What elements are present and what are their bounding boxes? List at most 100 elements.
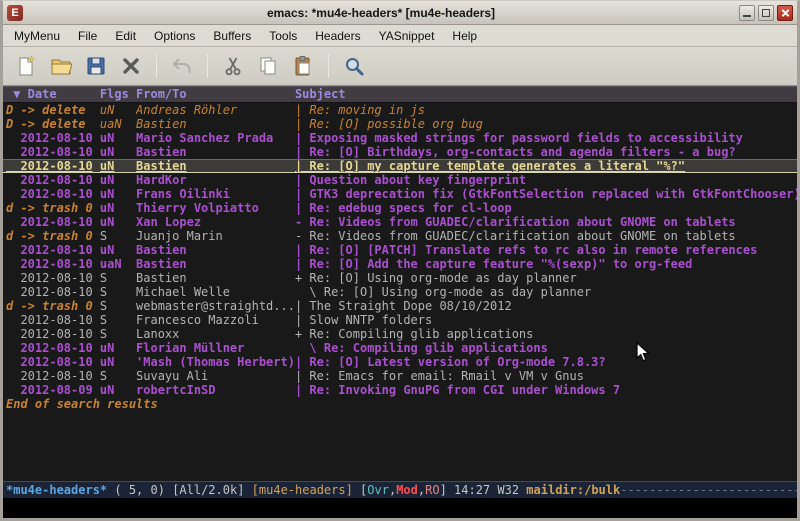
headers-list: D -> deleteuNAndreas Röhler| Re: moving … [3, 103, 797, 397]
message-row[interactable]: 2012-08-10uNFrans Oilinki| GTK3 deprecat… [3, 187, 797, 201]
message-row[interactable]: 2012-08-10SSuvayu Ali| Re: Emacs for ema… [3, 369, 797, 383]
subject-column: | Re: edebug specs for cl-loop [295, 201, 797, 215]
flags-column: uN [100, 103, 136, 117]
message-row-current[interactable]: 2012-08-10uNBastien| Re: [O] my capture … [3, 159, 797, 173]
message-row[interactable]: 2012-08-10uNMario Sanchez Prada| Exposin… [3, 131, 797, 145]
from-column: webmaster@straightd... [136, 299, 295, 313]
undo-button[interactable] [167, 51, 197, 81]
message-row[interactable]: D -> deleteuNAndreas Röhler| Re: moving … [3, 103, 797, 117]
modeline-plain: [All/2.0k] [172, 482, 251, 498]
from-column: Juanjo Marin [136, 229, 295, 243]
from-column: Mario Sanchez Prada [136, 131, 295, 145]
date-column: 2012-08-10 [6, 173, 100, 187]
emacs-app-icon: E [7, 5, 23, 21]
flags-column: uN [100, 383, 136, 397]
menu-file[interactable]: File [69, 26, 106, 46]
cut-icon [222, 55, 244, 77]
from-column: Lanoxx [136, 327, 295, 341]
message-row[interactable]: 2012-08-10uaNBastien| Re: [O] Add the ca… [3, 257, 797, 271]
date-column: 2012-08-10 [6, 313, 100, 327]
subject-column: | GTK3 deprecation fix (GtkFontSelection… [295, 187, 797, 201]
from-column: Andreas Röhler [136, 103, 295, 117]
message-row[interactable]: 2012-08-10uNBastien| Re: [O] [PATCH] Tra… [3, 243, 797, 257]
modeline-plain: ] [440, 482, 454, 498]
copy-icon [257, 55, 279, 77]
search-button[interactable] [339, 51, 369, 81]
message-row[interactable]: d -> trash 0Swebmaster@straightd...| The… [3, 299, 797, 313]
column-header-from[interactable]: From/To [136, 87, 295, 102]
menu-help[interactable]: Help [443, 26, 486, 46]
flags-column: S [100, 299, 136, 313]
column-header-date[interactable]: ▼ Date [6, 87, 100, 102]
menu-yasnippet[interactable]: YASnippet [370, 26, 444, 46]
flags-column: uN [100, 201, 136, 215]
message-row[interactable]: d -> trash 0SJuanjo Marin- Re: Videos fr… [3, 229, 797, 243]
modeline-dashes: ----------------------------------------… [620, 482, 797, 498]
subject-column: | Re: Emacs for email: Rmail v VM v Gnus [295, 369, 797, 383]
message-row[interactable]: 2012-08-10uNXan Lopez- Re: Videos from G… [3, 215, 797, 229]
modeline-plain: W32 [497, 482, 526, 498]
menu-edit[interactable]: Edit [106, 26, 145, 46]
subject-column: | Re: moving in js [295, 103, 797, 117]
menu-tools[interactable]: Tools [260, 26, 306, 46]
message-row[interactable]: 2012-08-10SMichael Welle \ Re: [O] Using… [3, 285, 797, 299]
message-row[interactable]: D -> deleteuaNBastien| Re: [O] possible … [3, 117, 797, 131]
modeline-mod: Mod [396, 482, 418, 498]
message-row[interactable]: 2012-08-10uNHardKor| Question about key … [3, 173, 797, 187]
open-folder-button[interactable] [46, 51, 76, 81]
close-buffer-icon [120, 55, 142, 77]
date-column: 2012-08-10 [6, 145, 100, 159]
message-row[interactable]: 2012-08-10uNFlorian Müllner \ Re: Compil… [3, 341, 797, 355]
message-row[interactable]: 2012-08-10uN'Mash (Thomas Herbert)| Re: … [3, 355, 797, 369]
date-column: 2012-08-10 [6, 271, 100, 285]
flags-column: uN [100, 243, 136, 257]
message-row[interactable]: 2012-08-10SFrancesco Mazzoli| Slow NNTP … [3, 313, 797, 327]
modeline-plain: 14:27 [454, 482, 497, 498]
close-button[interactable] [777, 5, 793, 21]
from-column: robertcInSD [136, 383, 295, 397]
message-row[interactable]: 2012-08-09uNrobertcInSD| Re: Invoking Gn… [3, 383, 797, 397]
column-header-flags[interactable]: Flgs [100, 87, 136, 102]
toolbar-separator [156, 54, 157, 78]
date-column: 2012-08-10 [6, 215, 100, 229]
subject-column: | Re: [O] Add the capture feature "%(sex… [295, 257, 797, 271]
date-column: 2012-08-10 [6, 257, 100, 271]
title-bar: E emacs: *mu4e-headers* [mu4e-headers] [3, 1, 797, 25]
new-file-button[interactable] [11, 51, 41, 81]
date-column: 2012-08-10 [6, 159, 100, 173]
date-column: 2012-08-10 [6, 327, 100, 341]
save-button[interactable] [81, 51, 111, 81]
flags-column: uN [100, 355, 136, 369]
menu-buffers[interactable]: Buffers [204, 26, 260, 46]
copy-button[interactable] [253, 51, 283, 81]
echo-area[interactable] [3, 498, 797, 518]
paste-button[interactable] [288, 51, 318, 81]
menu-headers[interactable]: Headers [306, 26, 369, 46]
mark-column: d -> trash 0 [6, 229, 100, 243]
menu-options[interactable]: Options [145, 26, 204, 46]
subject-column: - Re: Videos from GUADEC/clarification a… [295, 215, 797, 229]
from-column: 'Mash (Thomas Herbert) [136, 355, 295, 369]
subject-column: | Re: [O] Birthdays, org-contacts and ag… [295, 145, 797, 159]
subject-column: | Exposing masked strings for password f… [295, 131, 797, 145]
column-header-subject[interactable]: Subject [295, 87, 797, 102]
date-column: 2012-08-10 [6, 187, 100, 201]
toolbar-separator [207, 54, 208, 78]
emacs-window: E emacs: *mu4e-headers* [mu4e-headers] M… [0, 0, 800, 521]
minimize-button[interactable] [739, 5, 755, 21]
flags-column: uN [100, 187, 136, 201]
flags-column: S [100, 369, 136, 383]
modeline-plain: , [418, 482, 425, 498]
message-row[interactable]: 2012-08-10SLanoxx+ Re: Compiling glib ap… [3, 327, 797, 341]
menu-mymenu[interactable]: MyMenu [5, 26, 69, 46]
mu4e-headers-buffer: ▼ Date Flgs From/To Subject D -> deleteu… [3, 86, 797, 481]
subject-column: | Re: Invoking GnuPG from CGI under Wind… [295, 383, 797, 397]
cut-button[interactable] [218, 51, 248, 81]
from-column: Thierry Volpiatto [136, 201, 295, 215]
maximize-button[interactable] [758, 5, 774, 21]
from-column: Xan Lopez [136, 215, 295, 229]
message-row[interactable]: d -> trash 0uNThierry Volpiatto| Re: ede… [3, 201, 797, 215]
message-row[interactable]: 2012-08-10uNBastien| Re: [O] Birthdays, … [3, 145, 797, 159]
close-buffer-button[interactable] [116, 51, 146, 81]
message-row[interactable]: 2012-08-10SBastien+ Re: [O] Using org-mo… [3, 271, 797, 285]
